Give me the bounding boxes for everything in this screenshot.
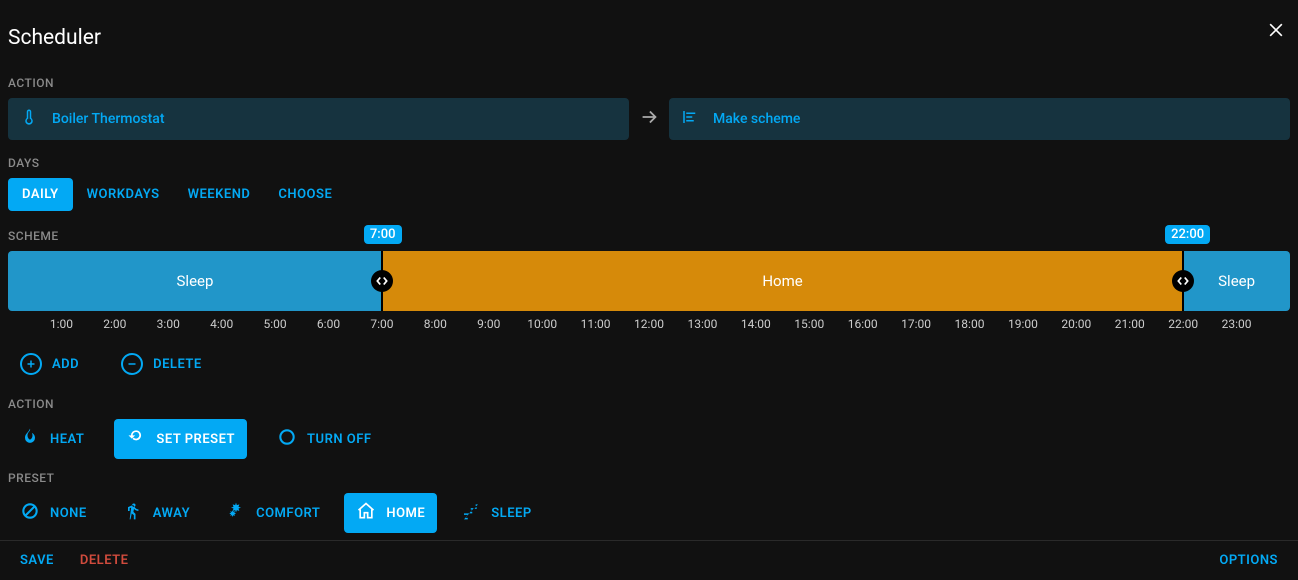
drag-handle-icon[interactable] (371, 270, 393, 292)
days-tab-daily[interactable]: DAILY (8, 178, 73, 211)
tick-label: 18:00 (955, 317, 985, 331)
setPreset-icon (126, 427, 146, 451)
footer-delete-button[interactable]: DELETE (80, 553, 129, 568)
mode-turn-off-button[interactable]: TURN OFF (265, 419, 383, 459)
preset-sleep-button[interactable]: SLEEP (449, 493, 543, 533)
turnOff-icon (277, 427, 297, 451)
tick-label: 16:00 (848, 317, 878, 331)
delete-button[interactable]: DELETE (109, 345, 214, 383)
add-label: ADD (52, 357, 79, 372)
tick-label: 1:00 (50, 317, 73, 331)
sleep-icon (461, 501, 481, 525)
dialog-footer: SAVE DELETE OPTIONS (0, 540, 1298, 580)
tick-label: 23:00 (1222, 317, 1252, 331)
scheme-selector[interactable]: Make scheme (669, 98, 1290, 140)
dialog-title: Scheduler (8, 8, 1290, 68)
tick-label: 11:00 (581, 317, 611, 331)
section-label-preset: PRESET (8, 471, 1290, 485)
tick-label: 8:00 (424, 317, 447, 331)
preset-label: HOME (386, 506, 425, 521)
home-icon (356, 501, 376, 525)
preset-label: NONE (50, 506, 87, 521)
days-tab-weekend[interactable]: WEEKEND (174, 178, 265, 211)
tick-label: 12:00 (634, 317, 664, 331)
options-button[interactable]: OPTIONS (1219, 553, 1278, 568)
thermostat-icon (20, 108, 38, 130)
preset-none-button[interactable]: NONE (8, 493, 99, 533)
mode-label: SET PRESET (156, 432, 235, 447)
arrow-right-icon (637, 106, 661, 132)
tick-label: 5:00 (264, 317, 287, 331)
tick-label: 19:00 (1008, 317, 1038, 331)
drag-handle-icon[interactable] (1172, 270, 1194, 292)
preset-home-button[interactable]: HOME (344, 493, 437, 533)
days-tab-choose[interactable]: CHOOSE (264, 178, 346, 211)
tick-label: 20:00 (1061, 317, 1091, 331)
tick-label: 17:00 (901, 317, 931, 331)
section-label-scheme: SCHEME (8, 229, 1290, 243)
entity-name: Boiler Thermostat (52, 111, 165, 127)
comfort-icon (226, 501, 246, 525)
preset-label: COMFORT (256, 506, 320, 521)
heat-icon (20, 427, 40, 451)
timeline-segment-sleep[interactable]: Sleep (8, 251, 382, 311)
scheme-name: Make scheme (713, 111, 800, 127)
preset-comfort-button[interactable]: COMFORT (214, 493, 332, 533)
tick-label: 13:00 (687, 317, 717, 331)
preset-label: SLEEP (491, 506, 531, 521)
handle-time-label: 22:00 (1165, 225, 1210, 244)
days-tab-workdays[interactable]: WORKDAYS (73, 178, 174, 211)
tick-label: 14:00 (741, 317, 771, 331)
tick-label: 7:00 (370, 317, 393, 331)
timeline-segment-home[interactable]: Home (382, 251, 1183, 311)
timeline-segment-sleep[interactable]: Sleep (1183, 251, 1290, 311)
none-icon (20, 501, 40, 525)
save-button[interactable]: SAVE (20, 553, 54, 568)
mode-label: TURN OFF (307, 432, 371, 447)
tick-label: 9:00 (477, 317, 500, 331)
tick-label: 15:00 (794, 317, 824, 331)
days-tabset: DAILYWORKDAYSWEEKENDCHOOSE (8, 178, 1290, 211)
mode-set-preset-button[interactable]: SET PRESET (114, 419, 247, 459)
tick-label: 21:00 (1115, 317, 1145, 331)
close-icon[interactable] (1266, 20, 1286, 40)
mode-label: HEAT (50, 432, 84, 447)
tick-label: 3:00 (157, 317, 180, 331)
delete-label: DELETE (153, 357, 202, 372)
minus-circle-icon (121, 353, 143, 375)
tick-label: 22:00 (1168, 317, 1198, 331)
plus-circle-icon (20, 353, 42, 375)
handle-time-label: 7:00 (364, 225, 402, 244)
mode-heat-button[interactable]: HEAT (8, 419, 96, 459)
preset-label: AWAY (153, 506, 190, 521)
away-icon (123, 501, 143, 525)
entity-selector[interactable]: Boiler Thermostat (8, 98, 629, 140)
section-label-action2: ACTION (8, 397, 1290, 411)
section-label-days: DAYS (8, 156, 1290, 170)
tick-label: 10:00 (527, 317, 557, 331)
tick-label: 6:00 (317, 317, 340, 331)
section-label-action: ACTION (8, 76, 1290, 90)
tick-label: 4:00 (210, 317, 233, 331)
preset-away-button[interactable]: AWAY (111, 493, 202, 533)
timeline: SleepHomeSleep 7:00 22:00 1:00 2:00 3:00 4:00… (8, 251, 1290, 337)
add-button[interactable]: ADD (8, 345, 91, 383)
tick-label: 2:00 (103, 317, 126, 331)
scheme-icon (681, 108, 699, 130)
